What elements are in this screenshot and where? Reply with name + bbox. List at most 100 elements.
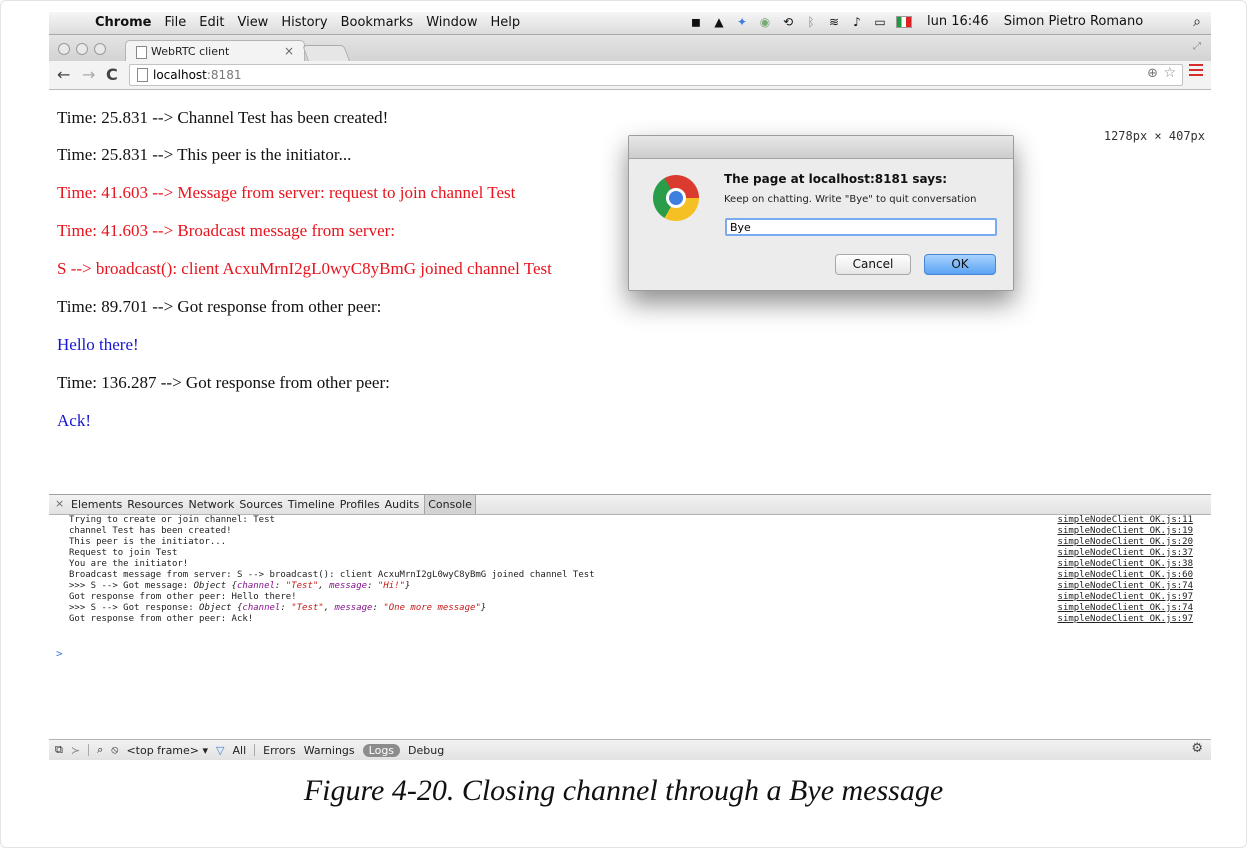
source-link[interactable]: simpleNodeClient_OK.js:97 bbox=[1058, 614, 1193, 625]
filter-all[interactable]: All bbox=[233, 744, 247, 757]
forward-arrow-icon[interactable]: → bbox=[82, 65, 95, 84]
menubar-user[interactable]: Simon Pietro Romano bbox=[1004, 14, 1143, 29]
menu-app-name[interactable]: Chrome bbox=[95, 15, 152, 30]
source-link[interactable]: simpleNodeClient_OK.js:74 bbox=[1058, 581, 1193, 592]
menubar-tray: ◼ ▲ ✦ ◉ ⟲ ᛒ ≋ ♪ ▭ lun 16:46 Simon Pietro… bbox=[689, 14, 1143, 29]
settings-gear-icon[interactable]: ⚙ bbox=[1191, 741, 1203, 756]
devtools-panel: × Elements Resources Network Sources Tim… bbox=[49, 494, 1211, 764]
dropbox-icon[interactable]: ✦ bbox=[735, 15, 749, 29]
log-line: Hello there! bbox=[57, 335, 139, 354]
menu-help[interactable]: Help bbox=[490, 15, 520, 30]
devtools-tabs: Elements Resources Network Sources Timel… bbox=[71, 495, 476, 514]
fullscreen-icon[interactable]: ⤢ bbox=[1193, 41, 1201, 52]
source-link[interactable]: simpleNodeClient_OK.js:19 bbox=[1058, 526, 1193, 537]
chrome-menu-icon[interactable] bbox=[1189, 64, 1203, 79]
console-row: channel Test has been created! simpleNode… bbox=[69, 526, 1193, 537]
volume-icon[interactable]: ♪ bbox=[850, 15, 864, 29]
log-line: Time: 25.831 --> This peer is the initia… bbox=[57, 145, 352, 164]
cancel-button[interactable]: Cancel bbox=[835, 254, 911, 275]
page-icon bbox=[136, 46, 147, 59]
battery-icon[interactable]: ▭ bbox=[873, 15, 887, 29]
dialog-title: The page at localhost:8181 says: bbox=[724, 172, 948, 186]
tab-network[interactable]: Network bbox=[188, 498, 234, 514]
console-row: You are the initiator! simpleNodeClient_O… bbox=[69, 559, 1193, 570]
new-tab-button[interactable] bbox=[302, 45, 350, 61]
menu-window[interactable]: Window bbox=[426, 15, 477, 30]
tab-webrtc-client[interactable]: WebRTC client × bbox=[125, 40, 305, 63]
filter-warnings[interactable]: Warnings bbox=[304, 744, 355, 757]
console-row: >>> S --> Got message: Object {channel: … bbox=[69, 581, 1193, 592]
dock-icon[interactable]: ⧉ bbox=[55, 743, 63, 757]
window-controls bbox=[58, 43, 106, 55]
menu-view[interactable]: View bbox=[237, 15, 268, 30]
console-row: Got response from other peer: Hello ther… bbox=[69, 592, 1193, 603]
tab-audits[interactable]: Audits bbox=[385, 498, 420, 514]
tab-timeline[interactable]: Timeline bbox=[288, 498, 335, 514]
dialog-titlebar bbox=[629, 136, 1013, 159]
minimize-window-icon[interactable] bbox=[76, 43, 88, 55]
tab-console[interactable]: Console bbox=[424, 495, 476, 514]
time-machine-icon[interactable]: ⟲ bbox=[781, 15, 795, 29]
console-row: Trying to create or join channel: Test si… bbox=[69, 515, 1193, 526]
console-output: Trying to create or join channel: Test si… bbox=[49, 515, 1211, 625]
menu-bookmarks[interactable]: Bookmarks bbox=[341, 15, 414, 30]
spotlight-search-icon[interactable]: ⌕ bbox=[1193, 14, 1201, 30]
figure-caption: Figure 4-20. Closing channel through a B… bbox=[303, 774, 944, 807]
back-arrow-icon[interactable]: ← bbox=[57, 65, 70, 84]
source-link[interactable]: simpleNodeClient_OK.js:60 bbox=[1058, 570, 1193, 581]
source-link[interactable]: simpleNodeClient_OK.js:20 bbox=[1058, 537, 1193, 548]
ok-button[interactable]: OK bbox=[924, 254, 996, 275]
prompt-dialog: The page at localhost:8181 says: Keep on… bbox=[628, 135, 1014, 291]
bookmark-star-icon[interactable]: ☆ bbox=[1163, 65, 1176, 81]
tab-sources[interactable]: Sources bbox=[239, 498, 283, 514]
page-icon bbox=[137, 68, 148, 82]
mac-menubar: Chrome File Edit View History Bookmarks … bbox=[49, 12, 1211, 35]
close-window-icon[interactable] bbox=[58, 43, 70, 55]
zoom-window-icon[interactable] bbox=[94, 43, 106, 55]
filter-errors[interactable]: Errors bbox=[263, 744, 296, 757]
tray-app-icon[interactable]: ◼ bbox=[689, 15, 703, 29]
tab-profiles[interactable]: Profiles bbox=[340, 498, 380, 514]
drive-icon[interactable]: ▲ bbox=[712, 15, 726, 29]
show-drawer-icon[interactable]: ≻ bbox=[71, 744, 80, 757]
reload-icon[interactable]: C bbox=[106, 65, 118, 84]
tab-elements[interactable]: Elements bbox=[71, 498, 122, 514]
address-bar[interactable]: localhost:8181 ⊕ ☆ bbox=[129, 64, 1183, 86]
dialog-text-input[interactable]: Bye bbox=[725, 218, 997, 236]
devtools-status-bar: ⧉ ≻ ⌕ ⦸ <top frame> ▾ ▽ All Errors Warni… bbox=[49, 739, 1211, 760]
close-tab-icon[interactable]: × bbox=[284, 44, 294, 58]
menu-edit[interactable]: Edit bbox=[199, 15, 224, 30]
menu-history[interactable]: History bbox=[281, 15, 327, 30]
log-line: Time: 25.831 --> Channel Test has been c… bbox=[57, 108, 389, 127]
devtools-status-items: ⧉ ≻ ⌕ ⦸ <top frame> ▾ ▽ All Errors Warni… bbox=[55, 743, 444, 757]
source-link[interactable]: simpleNodeClient_OK.js:11 bbox=[1058, 515, 1193, 526]
search-icon[interactable]: ⌕ bbox=[97, 743, 103, 757]
console-prompt[interactable]: > bbox=[56, 647, 63, 660]
clear-console-icon[interactable]: ⦸ bbox=[111, 743, 118, 757]
close-devtools-icon[interactable]: × bbox=[55, 497, 64, 510]
filter-logs[interactable]: Logs bbox=[362, 743, 401, 757]
tab-resources[interactable]: Resources bbox=[127, 498, 183, 514]
wifi-icon[interactable]: ≋ bbox=[827, 15, 841, 29]
input-language-flag-icon[interactable] bbox=[896, 15, 912, 28]
frame-selector[interactable]: <top frame> ▾ bbox=[126, 744, 208, 757]
console-row: >>> S --> Got response: Object {channel:… bbox=[69, 603, 1193, 614]
screenshot: Chrome File Edit View History Bookmarks … bbox=[49, 12, 1211, 764]
menubar-clock[interactable]: lun 16:46 bbox=[927, 14, 989, 29]
zoom-icon[interactable]: ⊕ bbox=[1147, 66, 1158, 81]
source-link[interactable]: simpleNodeClient_OK.js:38 bbox=[1058, 559, 1193, 570]
log-line: Time: 89.701 --> Got response from other… bbox=[57, 297, 382, 316]
menu-file[interactable]: File bbox=[165, 15, 187, 30]
bluetooth-icon[interactable]: ᛒ bbox=[804, 15, 818, 29]
console-row: Request to join Test simpleNodeClient_OK.… bbox=[69, 548, 1193, 559]
filter-debug[interactable]: Debug bbox=[408, 744, 444, 757]
source-link[interactable]: simpleNodeClient_OK.js:74 bbox=[1058, 603, 1193, 614]
log-line: Time: 41.603 --> Message from server: re… bbox=[57, 183, 516, 202]
log-line: Ack! bbox=[57, 411, 91, 430]
tab-title: WebRTC client bbox=[151, 45, 230, 58]
log-line: S --> broadcast(): client AcxuMrnI2gL0wy… bbox=[57, 259, 552, 278]
source-link[interactable]: simpleNodeClient_OK.js:97 bbox=[1058, 592, 1193, 603]
camera-icon[interactable]: ◉ bbox=[758, 15, 772, 29]
filter-icon[interactable]: ▽ bbox=[216, 744, 224, 757]
source-link[interactable]: simpleNodeClient_OK.js:37 bbox=[1058, 548, 1193, 559]
